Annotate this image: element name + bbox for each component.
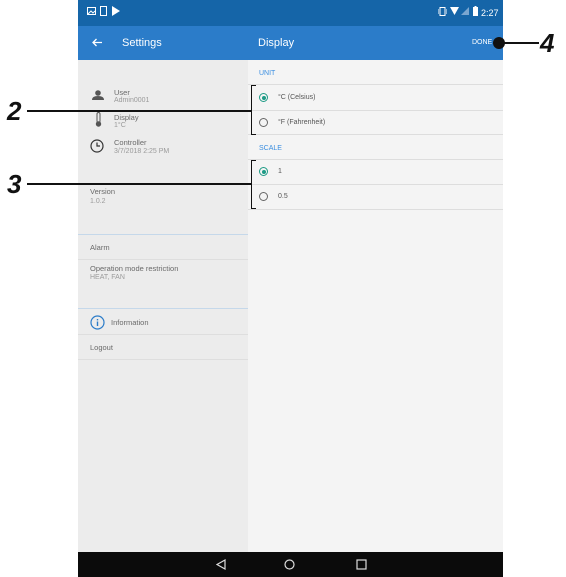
information-item[interactable]: Information: [111, 318, 149, 327]
logout-item[interactable]: Logout: [90, 343, 113, 352]
settings-list: User Admin0001 Display 1°C Controller 3/…: [78, 60, 249, 552]
done-button[interactable]: DONE: [472, 39, 492, 46]
display-title: Display: [258, 37, 295, 49]
scale-1-label[interactable]: 1: [278, 168, 282, 175]
vibrate-icon: [438, 7, 447, 16]
divider: [78, 234, 248, 235]
play-store-icon: [112, 6, 120, 16]
callout-bracket-2: [251, 85, 256, 135]
callout-4: 4: [540, 28, 555, 58]
display-settings: UNIT °C (Celsius) °F (Fahrenheit) SCALE …: [248, 60, 503, 552]
operation-mode-value: HEAT, FAN: [90, 274, 125, 281]
divider: [248, 159, 503, 160]
user-label: User: [114, 88, 130, 97]
celsius-radio[interactable]: [259, 93, 268, 102]
info-icon: [90, 315, 105, 330]
divider: [78, 259, 248, 260]
operation-mode-label[interactable]: Operation mode restriction: [90, 264, 178, 273]
controller-label: Controller: [114, 138, 147, 147]
picture-icon: [87, 7, 96, 15]
unit-section-header: UNIT: [259, 70, 276, 77]
divider: [248, 209, 503, 210]
user-value: Admin0001: [114, 97, 150, 104]
display-value: 1°C: [114, 122, 126, 129]
divider: [248, 110, 503, 111]
wifi-icon: [450, 7, 459, 15]
scale-section-header: SCALE: [259, 145, 282, 152]
divider: [78, 334, 248, 335]
recents-square-icon[interactable]: [356, 559, 367, 570]
divider: [78, 308, 248, 309]
callout-2: 2: [7, 96, 22, 126]
settings-title: Settings: [122, 37, 162, 49]
clock-icon: [90, 139, 104, 153]
thermometer-icon: [95, 112, 102, 127]
status-time: 2:27: [481, 8, 499, 18]
callout-3: 3: [7, 169, 22, 199]
callout-bracket-3: [251, 160, 256, 209]
status-bar: 2:27: [78, 0, 503, 26]
divider: [248, 184, 503, 185]
tablet-screen: 2:27 Settings Display DONE User Admin000…: [78, 0, 503, 577]
divider: [248, 134, 503, 135]
signal-icon: [461, 7, 469, 15]
fahrenheit-label[interactable]: °F (Fahrenheit): [278, 119, 325, 126]
navigation-bar: [78, 552, 503, 577]
alarm-item[interactable]: Alarm: [90, 243, 110, 252]
callout-line-4: [503, 42, 539, 44]
scale-0-5-label[interactable]: 0.5: [278, 193, 288, 200]
arrow-back-icon[interactable]: [92, 38, 102, 47]
person-icon: [92, 90, 104, 100]
account-group: User Admin0001 Display 1°C Controller 3/…: [78, 82, 248, 175]
version-label: Version: [90, 187, 116, 196]
home-circle-icon[interactable]: [284, 559, 295, 570]
divider: [248, 84, 503, 85]
celsius-label[interactable]: °C (Celsius): [278, 94, 315, 101]
callout-line-2: [27, 110, 251, 112]
display-label[interactable]: Display: [114, 113, 139, 122]
divider: [78, 359, 248, 360]
scale-1-radio[interactable]: [259, 167, 268, 176]
back-triangle-icon[interactable]: [216, 559, 226, 570]
device-icon: [100, 6, 107, 16]
callout-line-3: [27, 183, 251, 185]
battery-icon: [473, 6, 478, 16]
app-bar: Settings Display DONE: [78, 26, 503, 60]
version-value: 1.0.2: [90, 198, 106, 205]
fahrenheit-radio[interactable]: [259, 118, 268, 127]
scale-0-5-radio[interactable]: [259, 192, 268, 201]
controller-value: 3/7/2018 2:25 PM: [114, 148, 170, 155]
